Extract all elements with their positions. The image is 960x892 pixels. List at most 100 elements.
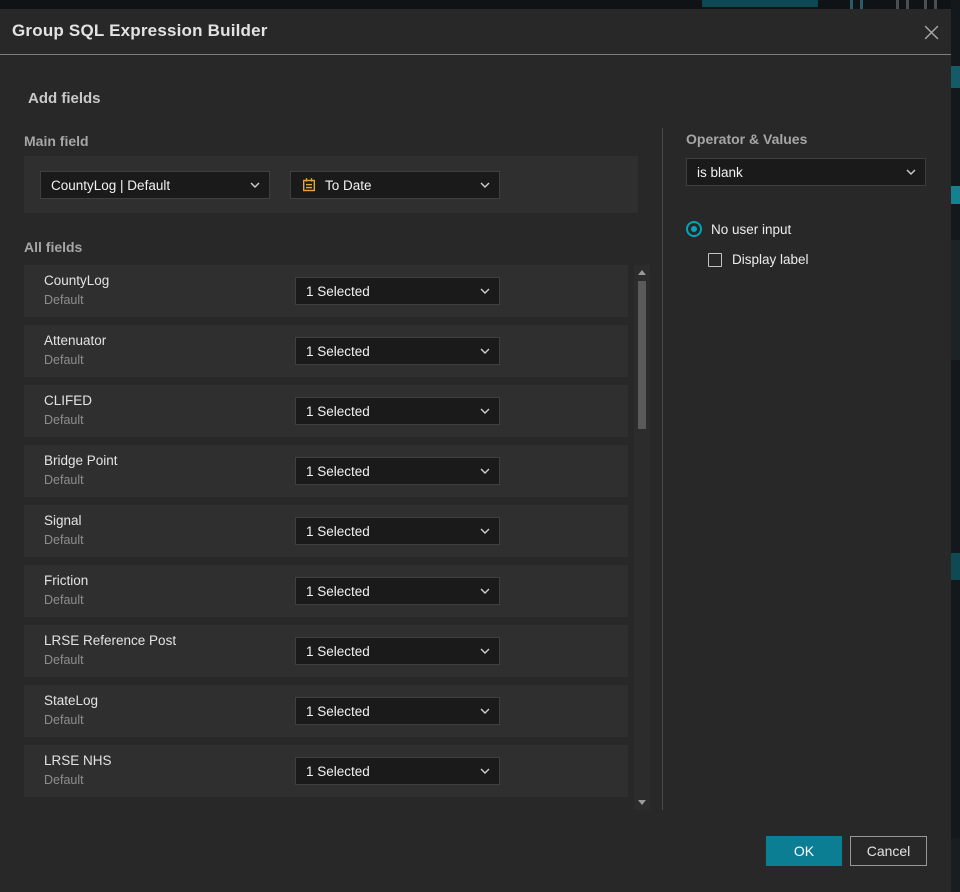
field-row: CLIFED Default 1 Selected [24, 385, 628, 437]
live-view-label: Live view [741, 0, 790, 3]
background-toolbar-bar [934, 0, 937, 9]
date-type-select[interactable]: To Date [290, 171, 500, 199]
panel-divider [662, 128, 663, 810]
date-type-select-value: To Date [325, 177, 372, 193]
field-selection-value: 1 Selected [306, 403, 370, 419]
field-row: StateLog Default 1 Selected [24, 685, 628, 737]
dialog-titlebar: Group SQL Expression Builder [0, 9, 951, 55]
close-button[interactable] [921, 22, 941, 42]
field-selection-value: 1 Selected [306, 283, 370, 299]
field-selection-dropdown[interactable]: 1 Selected [295, 637, 500, 665]
background-fragment [951, 186, 960, 204]
background-toolbar-bar [860, 0, 863, 9]
field-subtitle: Default [44, 353, 84, 367]
display-label-checkbox[interactable] [708, 252, 722, 267]
cancel-button[interactable]: Cancel [850, 836, 927, 866]
display-label-option[interactable]: Display label [708, 252, 809, 267]
chevron-down-icon [480, 768, 490, 774]
field-selection-value: 1 Selected [306, 583, 370, 599]
main-field-select-value: CountyLog | Default [51, 177, 171, 193]
background-fragment [951, 553, 960, 580]
main-field-panel: CountyLog | Default To Date [24, 156, 638, 213]
field-subtitle: Default [44, 773, 84, 787]
calendar-icon [301, 177, 317, 193]
chevron-down-icon [480, 182, 490, 188]
field-subtitle: Default [44, 293, 84, 307]
field-row: CountyLog Default 1 Selected [24, 265, 628, 317]
field-selection-dropdown[interactable]: 1 Selected [295, 277, 500, 305]
scrollbar-up-arrow-icon[interactable] [638, 270, 646, 275]
chevron-down-icon [480, 408, 490, 414]
field-selection-value: 1 Selected [306, 643, 370, 659]
field-selection-dropdown[interactable]: 1 Selected [295, 577, 500, 605]
chevron-down-icon [480, 348, 490, 354]
display-label-label: Display label [732, 252, 809, 267]
operator-select[interactable]: is blank [686, 158, 926, 186]
group-sql-expression-builder-dialog: Group SQL Expression Builder Add fields … [0, 9, 951, 892]
chevron-down-icon [480, 588, 490, 594]
no-user-input-radio[interactable] [686, 221, 702, 237]
field-subtitle: Default [44, 533, 84, 547]
dialog-title: Group SQL Expression Builder [12, 21, 268, 40]
main-field-label: Main field [24, 133, 89, 149]
background-toolbar-bar [924, 0, 927, 9]
field-selection-value: 1 Selected [306, 523, 370, 539]
field-name: CLIFED [44, 393, 93, 408]
field-selection-dropdown[interactable]: 1 Selected [295, 757, 500, 785]
operator-values-label: Operator & Values [686, 131, 808, 147]
no-user-input-option[interactable]: No user input [686, 221, 791, 237]
live-view-badge: Live view [702, 0, 818, 7]
field-selection-value: 1 Selected [306, 463, 370, 479]
field-selection-dropdown[interactable]: 1 Selected [295, 517, 500, 545]
chevron-down-icon [906, 169, 916, 175]
all-fields-list: CountyLog Default 1 Selected Attenuator … [24, 265, 628, 805]
chevron-down-icon [480, 468, 490, 474]
field-row: Bridge Point Default 1 Selected [24, 445, 628, 497]
field-selection-value: 1 Selected [306, 763, 370, 779]
x-icon [924, 25, 938, 39]
field-subtitle: Default [44, 713, 84, 727]
main-field-select[interactable]: CountyLog | Default [40, 171, 270, 199]
field-row: LRSE NHS Default 1 Selected [24, 745, 628, 797]
add-fields-heading: Add fields [28, 90, 101, 107]
no-user-input-label: No user input [711, 221, 792, 237]
field-selection-dropdown[interactable]: 1 Selected [295, 397, 500, 425]
background-toolbar-bar [850, 0, 853, 9]
field-subtitle: Default [44, 593, 84, 607]
field-row: LRSE Reference Post Default 1 Selected [24, 625, 628, 677]
chevron-down-icon [480, 648, 490, 654]
field-row: Signal Default 1 Selected [24, 505, 628, 557]
background-fragment [951, 240, 960, 360]
scrollbar-down-arrow-icon[interactable] [638, 800, 646, 805]
chevron-down-icon [250, 182, 260, 188]
field-subtitle: Default [44, 473, 84, 487]
background-toolbar-bar [906, 0, 909, 9]
field-name: Friction [44, 573, 89, 588]
background-app-right-strip [951, 0, 960, 892]
field-name: LRSE Reference Post [44, 633, 177, 648]
chevron-down-icon [480, 528, 490, 534]
field-name: LRSE NHS [44, 753, 112, 768]
field-selection-value: 1 Selected [306, 343, 370, 359]
scrollbar-thumb[interactable] [638, 281, 646, 429]
field-subtitle: Default [44, 413, 84, 427]
background-fragment [951, 66, 960, 88]
all-fields-label: All fields [24, 239, 83, 255]
background-fragment [951, 838, 960, 892]
ok-button[interactable]: OK [766, 836, 842, 866]
field-selection-dropdown[interactable]: 1 Selected [295, 457, 500, 485]
field-name: Signal [44, 513, 82, 528]
background-toolbar-bar [896, 0, 899, 9]
field-name: Bridge Point [44, 453, 118, 468]
field-selection-dropdown[interactable]: 1 Selected [295, 697, 500, 725]
operator-select-value: is blank [697, 164, 743, 180]
field-selection-dropdown[interactable]: 1 Selected [295, 337, 500, 365]
screen: { "background": { "live_view_label": "Li… [0, 0, 960, 892]
field-name: Attenuator [44, 333, 107, 348]
field-name: StateLog [44, 693, 99, 708]
field-name: CountyLog [44, 273, 110, 288]
field-list-scrollbar[interactable] [634, 265, 650, 810]
field-subtitle: Default [44, 653, 84, 667]
field-row: Attenuator Default 1 Selected [24, 325, 628, 377]
chevron-down-icon [480, 288, 490, 294]
